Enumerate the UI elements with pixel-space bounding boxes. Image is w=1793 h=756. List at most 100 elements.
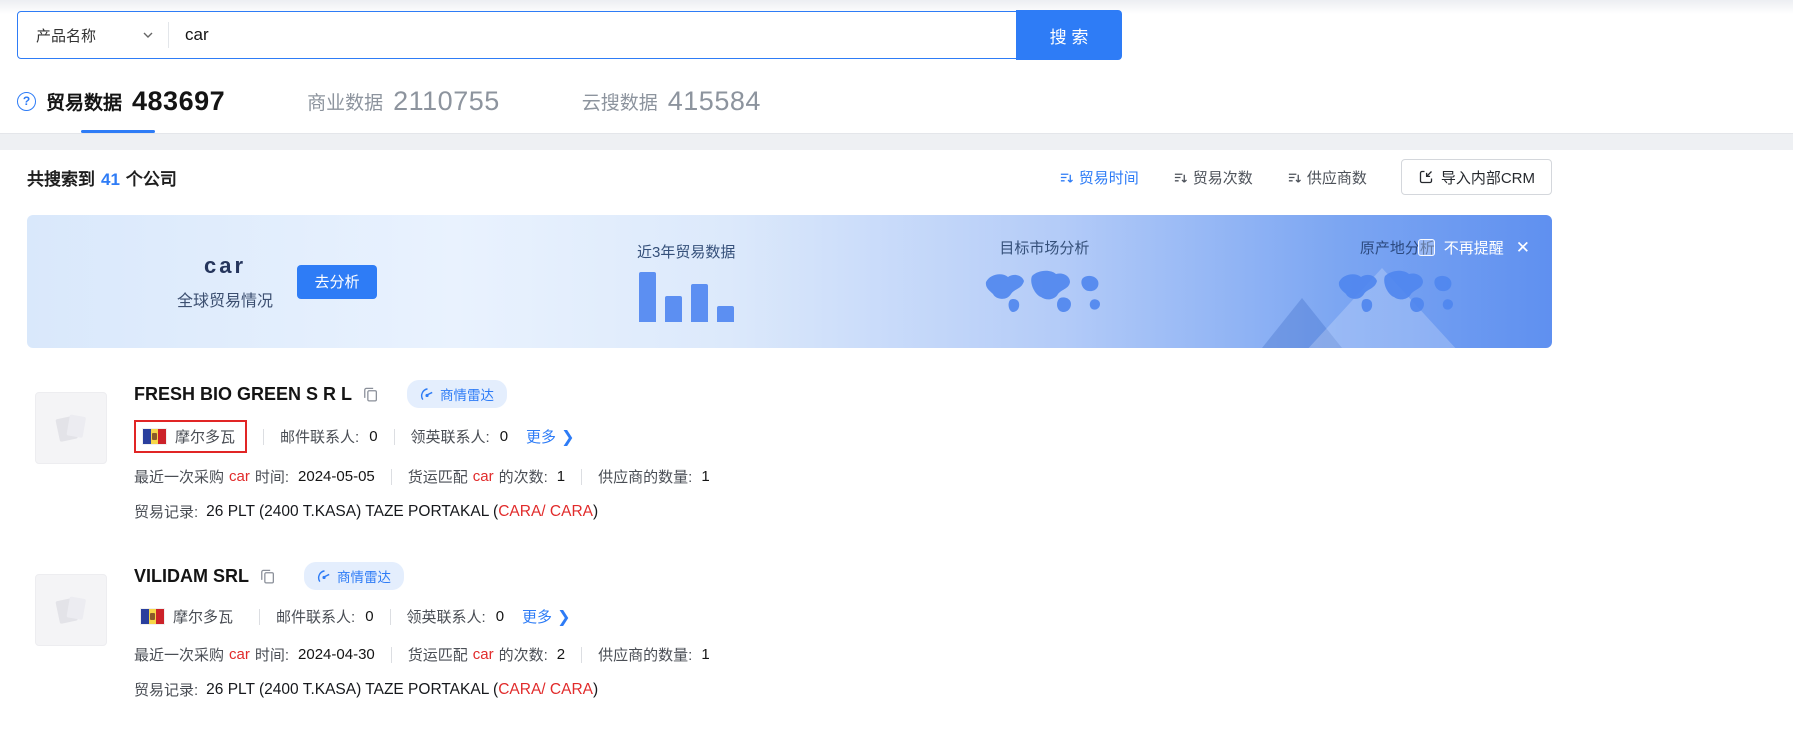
purchase-date: 2024-05-05 (298, 468, 375, 485)
record-post: ) (593, 503, 598, 520)
help-icon[interactable]: ? (17, 92, 36, 111)
more-link[interactable]: 更多❯ (522, 606, 570, 627)
keyword-highlight: car (229, 646, 250, 663)
country-tag[interactable]: 摩尔多瓦 (134, 602, 243, 631)
badge-label: 商情雷达 (337, 566, 391, 586)
divider (394, 429, 395, 445)
search-category-label: 产品名称 (36, 25, 96, 46)
business-radar-badge[interactable]: 商情雷达 (304, 562, 404, 590)
divider (391, 647, 392, 663)
search-box: 产品名称 (17, 11, 1017, 59)
keyword-highlight: car (229, 468, 250, 485)
divider (390, 609, 391, 625)
company-thumbnail (35, 392, 107, 464)
tab-count: 483697 (132, 86, 225, 117)
search-bar: 产品名称 搜 索 (0, 0, 1793, 60)
sort-supplier-count[interactable]: 供应商数 (1287, 167, 1367, 188)
tab-count: 415584 (668, 86, 761, 117)
divider (581, 647, 582, 663)
results-summary: 共搜索到41个公司 (27, 165, 177, 190)
purchase-prefix: 最近一次采购 (134, 466, 224, 487)
results-prefix: 共搜索到 (27, 170, 95, 189)
supplier-label: 供应商的数量: (598, 644, 692, 665)
tab-business-data[interactable]: 商业数据 2110755 (307, 86, 500, 133)
sort-icon (1173, 170, 1188, 185)
bar-chart-icon (637, 270, 735, 322)
world-map-icon (1333, 266, 1461, 322)
shipping-suffix: 的次数: (499, 644, 548, 665)
more-label: 更多 (522, 606, 552, 627)
shipping-count: 2 (557, 646, 565, 663)
supplier-count: 1 (701, 468, 709, 485)
company-contacts-row: 摩尔多瓦 邮件联系人:0 领英联系人:0 更多❯ (134, 420, 710, 453)
results-panel: 共搜索到41个公司 贸易时间 贸易次数 供应商数 导入内部CRM (0, 159, 1793, 700)
record-post: ) (593, 681, 598, 698)
feature-trade-data-3y[interactable]: 近3年贸易数据 (637, 241, 735, 322)
search-button[interactable]: 搜 索 (1016, 10, 1122, 60)
email-contacts: 邮件联系人: 0 (276, 606, 374, 627)
shipping-count: 1 (557, 468, 565, 485)
more-link[interactable]: 更多❯ (526, 426, 574, 447)
company-stats-row: 最近一次采购 car 时间: 2024-04-30 货运匹配 car 的次数: … (134, 644, 710, 665)
sort-label: 供应商数 (1307, 167, 1367, 188)
company-stats-row: 最近一次采购 car 时间: 2024-05-05 货运匹配 car 的次数: … (134, 466, 710, 487)
tab-label: 商业数据 (307, 88, 383, 115)
email-contacts-count: 0 (365, 608, 373, 625)
shipping-suffix: 的次数: (499, 466, 548, 487)
moldova-flag-icon (141, 609, 164, 624)
copy-icon[interactable] (259, 568, 276, 585)
chevron-right-icon: ❯ (557, 607, 570, 627)
sort-trade-count[interactable]: 贸易次数 (1173, 167, 1253, 188)
import-icon (1418, 169, 1434, 185)
chevron-down-icon (142, 29, 154, 41)
dismiss-label: 不再提醒 (1444, 237, 1504, 258)
data-tabs: ? 贸易数据 483697 商业数据 2110755 云搜数据 415584 (17, 86, 1793, 133)
company-header: VILIDAM SRL 商情雷达 (134, 562, 710, 590)
linkedin-contacts-label: 领英联系人: (407, 606, 486, 627)
import-crm-label: 导入内部CRM (1441, 167, 1535, 188)
banner-keyword-block: car 全球贸易情况 去分析 (177, 253, 377, 311)
banner-dismiss: 不再提醒 ✕ (1418, 237, 1530, 258)
record-keyword: CARA (550, 681, 593, 698)
feature-target-market[interactable]: 目标市场分析 (980, 237, 1108, 327)
import-crm-button[interactable]: 导入内部CRM (1401, 159, 1552, 195)
supplier-count: 1 (701, 646, 709, 663)
trade-record-row: 贸易记录: 26 PLT (2400 T.KASA) TAZE PORTAKAL… (134, 679, 710, 700)
divider (581, 469, 582, 485)
active-tab-underline (81, 130, 155, 133)
search-category-select[interactable]: 产品名称 (18, 12, 168, 58)
analyze-button[interactable]: 去分析 (297, 265, 377, 299)
country-name: 摩尔多瓦 (173, 606, 233, 627)
tab-count: 2110755 (393, 86, 500, 117)
tab-trade-data[interactable]: ? 贸易数据 483697 (17, 86, 225, 133)
shipping-prefix: 货运匹配 (408, 466, 468, 487)
dismiss-checkbox[interactable] (1418, 239, 1435, 256)
trade-record-label: 贸易记录: (134, 501, 198, 522)
trade-record-label: 贸易记录: (134, 679, 198, 700)
email-contacts: 邮件联系人:0 (280, 426, 378, 447)
trade-record-text: 26 PLT (2400 T.KASA) TAZE PORTAKAL (CARA… (206, 681, 598, 699)
close-icon[interactable]: ✕ (1516, 239, 1530, 256)
company-name[interactable]: FRESH BIO GREEN S R L (134, 384, 352, 405)
email-contacts-label: 邮件联系人: (276, 606, 355, 627)
company-thumbnail (35, 574, 107, 646)
record-keyword: CARA/ (498, 503, 545, 520)
country-name: 摩尔多瓦 (175, 426, 235, 447)
tab-cloud-search-data[interactable]: 云搜数据 415584 (582, 86, 761, 133)
keyword-highlight: car (473, 646, 494, 663)
company-card: VILIDAM SRL 商情雷达 摩尔多瓦 邮件联系人: 0 (27, 562, 1527, 700)
record-pre: 26 PLT (2400 T.KASA) TAZE PORTAKAL ( (206, 503, 498, 520)
country-tag[interactable]: 摩尔多瓦 (134, 420, 247, 453)
trade-record-text: 26 PLT (2400 T.KASA) TAZE PORTAKAL (CARA… (206, 503, 598, 521)
section-divider (0, 133, 1793, 150)
world-map-icon (980, 266, 1108, 322)
badge-label: 商情雷达 (440, 384, 494, 404)
sort-trade-time[interactable]: 贸易时间 (1059, 167, 1139, 188)
chevron-right-icon: ❯ (561, 427, 574, 447)
business-radar-badge[interactable]: 商情雷达 (407, 380, 507, 408)
shipping-prefix: 货运匹配 (408, 644, 468, 665)
search-input[interactable] (169, 25, 1016, 45)
sort-icon (1287, 170, 1302, 185)
company-name[interactable]: VILIDAM SRL (134, 566, 249, 587)
copy-icon[interactable] (362, 386, 379, 403)
